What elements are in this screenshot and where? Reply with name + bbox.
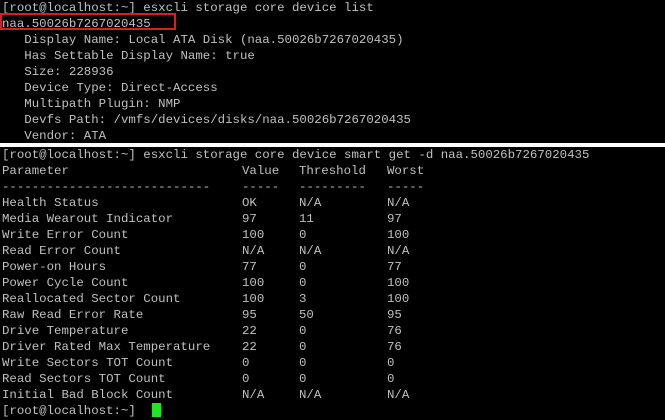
cell-worst: 0 (387, 356, 395, 370)
cell-worst: N/A (387, 244, 410, 258)
cell-parameter: Raw Read Error Rate (2, 308, 144, 322)
cell-worst: 76 (387, 340, 402, 354)
cell-value: 95 (242, 308, 257, 322)
cell-threshold: 3 (299, 292, 307, 306)
table-row: Media Wearout Indicator 97 11 97 (2, 211, 602, 227)
detail-size: Size: 228936 (2, 65, 114, 79)
shell-prompt[interactable]: [root@localhost:~] (2, 403, 143, 419)
cell-worst: 100 (387, 276, 410, 290)
cell-value: 100 (242, 276, 265, 290)
cell-threshold: 0 (299, 276, 307, 290)
cell-value: 77 (242, 260, 257, 274)
cell-parameter: Health Status (2, 196, 99, 210)
cell-parameter: Read Error Count (2, 244, 121, 258)
table-header: Parameter Value Threshold Worst (2, 163, 602, 179)
cell-threshold: N/A (299, 388, 322, 402)
detail-devfs-path: Devfs Path: /vmfs/devices/disks/naa.5002… (2, 113, 411, 127)
cell-value: 22 (242, 324, 257, 338)
table-row: Read Sectors TOT Count 0 0 0 (2, 371, 602, 387)
cell-threshold: 50 (299, 308, 314, 322)
cell-worst: N/A (387, 196, 410, 210)
command-line: [root@localhost:~] esxcli storage core d… (2, 148, 590, 162)
cell-parameter: Power Cycle Count (2, 276, 129, 290)
cell-parameter: Write Sectors TOT Count (2, 356, 174, 370)
table-row: Read Error Count N/A N/A N/A (2, 243, 602, 259)
separator-parameter: ---------------------------- (2, 180, 211, 194)
cell-threshold: 0 (299, 340, 307, 354)
cell-parameter: Write Error Count (2, 228, 129, 242)
cell-worst: N/A (387, 388, 410, 402)
cell-parameter: Read Sectors TOT Count (2, 372, 166, 386)
cell-threshold: N/A (299, 196, 322, 210)
detail-vendor: Vendor: ATA (2, 129, 107, 143)
cell-worst: 97 (387, 212, 402, 226)
cell-threshold: 0 (299, 228, 307, 242)
cell-worst: 95 (387, 308, 402, 322)
cell-parameter: Reallocated Sector Count (2, 292, 181, 306)
cell-value: N/A (242, 388, 265, 402)
cell-value: 100 (242, 292, 265, 306)
cell-threshold: 0 (299, 260, 307, 274)
cell-worst: 100 (387, 292, 410, 306)
cell-threshold: 11 (299, 212, 314, 226)
table-row: Power Cycle Count 100 0 100 (2, 275, 602, 291)
header-parameter: Parameter (2, 164, 69, 178)
table-row: Health Status OK N/A N/A (2, 195, 602, 211)
table-row: Power-on Hours 77 0 77 (2, 259, 602, 275)
cell-parameter: Media Wearout Indicator (2, 212, 174, 226)
table-row: Write Error Count 100 0 100 (2, 227, 602, 243)
cell-parameter: Power-on Hours (2, 260, 107, 274)
cell-value: 22 (242, 340, 257, 354)
cell-threshold: 0 (299, 356, 307, 370)
table-row: Initial Bad Block Count N/A N/A N/A (2, 387, 602, 403)
cell-parameter: Drive Temperature (2, 324, 129, 338)
cell-value: N/A (242, 244, 265, 258)
cell-value: 0 (242, 372, 250, 386)
terminal-pane-bottom[interactable]: [root@localhost:~] esxcli storage core d… (0, 147, 665, 420)
cell-value: OK (242, 196, 257, 210)
cell-worst: 0 (387, 372, 395, 386)
table-row: Raw Read Error Rate 95 50 95 (2, 307, 602, 323)
detail-settable-name: Has Settable Display Name: true (2, 49, 255, 63)
terminal-cursor[interactable] (152, 403, 161, 417)
terminal-pane-top[interactable]: [root@localhost:~] esxcli storage core d… (0, 0, 665, 143)
cell-worst: 76 (387, 324, 402, 338)
header-threshold: Threshold (299, 164, 366, 178)
detail-device-type: Device Type: Direct-Access (2, 81, 218, 95)
cell-value: 0 (242, 356, 250, 370)
cell-worst: 77 (387, 260, 402, 274)
detail-multipath: Multipath Plugin: NMP (2, 97, 181, 111)
table-separator: ---------------------------- ----- -----… (2, 179, 602, 195)
cell-parameter: Initial Bad Block Count (2, 388, 174, 402)
cell-threshold: N/A (299, 244, 322, 258)
separator-threshold: --------- (299, 180, 366, 194)
separator-value: ----- (242, 180, 280, 194)
cell-value: 100 (242, 228, 265, 242)
device-id: naa.50026b7267020435 (2, 17, 151, 31)
table-row: Drive Temperature 22 0 76 (2, 323, 602, 339)
table-row: Reallocated Sector Count 100 3 100 (2, 291, 602, 307)
cell-threshold: 0 (299, 372, 307, 386)
cell-threshold: 0 (299, 324, 307, 338)
table-row: Driver Rated Max Temperature 22 0 76 (2, 339, 602, 355)
cell-value: 97 (242, 212, 257, 226)
cell-worst: 100 (387, 228, 410, 242)
cell-parameter: Driver Rated Max Temperature (2, 340, 211, 354)
table-row: Write Sectors TOT Count 0 0 0 (2, 355, 602, 371)
separator-worst: ----- (387, 180, 425, 194)
header-value: Value (242, 164, 280, 178)
detail-display-name: Display Name: Local ATA Disk (naa.50026b… (2, 33, 404, 47)
header-worst: Worst (387, 164, 425, 178)
